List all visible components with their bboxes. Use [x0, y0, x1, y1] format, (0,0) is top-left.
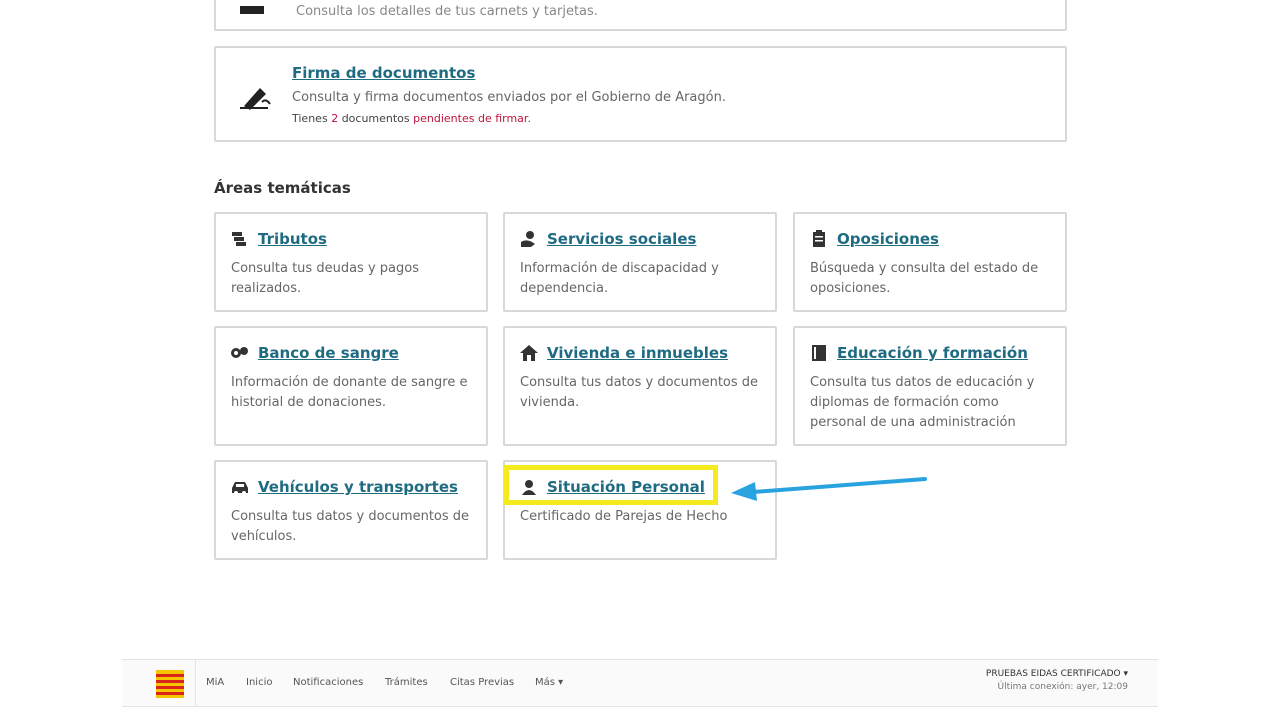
tile-desc: Información de donante de sangre e histo… — [231, 375, 468, 410]
footer-bar: MiA Inicio Notificaciones Trámites Citas… — [122, 659, 1158, 707]
car-icon — [232, 482, 248, 495]
tile-oposiciones[interactable]: Oposiciones Búsqueda y consulta del esta… — [793, 212, 1067, 312]
nav-mia[interactable]: MiA — [206, 677, 224, 688]
pending-docs-note: Tienes 2 documentos pendientes de firmar… — [292, 112, 531, 125]
carnets-card[interactable]: Consulta los detalles de tus carnets y t… — [214, 0, 1067, 31]
blood-drop-icon — [231, 347, 248, 358]
tile-desc: Certificado de Parejas de Hecho — [520, 509, 728, 524]
tile-desc: Consulta tus datos y documentos de vivie… — [520, 375, 759, 410]
note-middle: documentos — [341, 112, 410, 125]
tile-tributos[interactable]: Tributos Consulta tus deudas y pagos rea… — [214, 212, 488, 312]
coins-icon — [232, 232, 246, 246]
card-icon — [240, 6, 264, 14]
note-end: . — [527, 112, 531, 125]
nav-inicio[interactable]: Inicio — [246, 677, 272, 688]
note-prefix: Tienes — [292, 112, 328, 125]
tile-banco-sangre[interactable]: Banco de sangre Información de donante d… — [214, 326, 488, 446]
book-icon — [812, 345, 826, 361]
tile-title[interactable]: Tributos — [258, 230, 327, 248]
tile-desc: Búsqueda y consulta del estado de oposic… — [810, 261, 1039, 296]
tile-desc: Consulta tus deudas y pagos realizados. — [231, 261, 419, 296]
tile-servicios-sociales[interactable]: Servicios sociales Información de discap… — [503, 212, 777, 312]
nav-mas-dropdown[interactable]: Más ▾ — [535, 677, 563, 688]
tile-title[interactable]: Vivienda e inmuebles — [547, 344, 728, 362]
tile-educacion[interactable]: Educación y formación Consulta tus datos… — [793, 326, 1067, 446]
user-menu[interactable]: PRUEBAS EIDAS CERTIFICADO ▾ Última conex… — [986, 669, 1128, 692]
tile-vivienda[interactable]: Vivienda e inmuebles Consulta tus datos … — [503, 326, 777, 446]
firma-title-link[interactable]: Firma de documentos — [292, 64, 475, 82]
nav-notificaciones[interactable]: Notificaciones — [293, 677, 363, 688]
highlight-box — [504, 465, 718, 505]
last-connection: Última conexión: ayer, 12:09 — [997, 682, 1128, 692]
tile-title[interactable]: Oposiciones — [837, 230, 939, 248]
section-heading: Áreas temáticas — [214, 179, 351, 197]
carnets-desc: Consulta los detalles de tus carnets y t… — [296, 4, 598, 19]
nav-citas-previas[interactable]: Citas Previas — [450, 677, 514, 688]
tile-desc: Información de discapacidad y dependenci… — [520, 261, 719, 296]
pending-link[interactable]: pendientes de firmar — [413, 112, 527, 125]
tile-desc: Consulta tus datos de educación y diplom… — [810, 375, 1035, 430]
care-hand-icon — [521, 231, 535, 247]
tile-vehiculos[interactable]: Vehículos y transportes Consulta tus dat… — [214, 460, 488, 560]
pending-count: 2 — [331, 112, 339, 125]
footer-divider — [195, 660, 196, 706]
firma-card[interactable]: Firma de documentos Consulta y firma doc… — [214, 46, 1067, 142]
tile-title[interactable]: Educación y formación — [837, 344, 1028, 362]
tile-desc: Consulta tus datos y documentos de vehíc… — [231, 509, 470, 544]
house-icon — [520, 345, 538, 361]
pointer-arrow-icon — [731, 477, 927, 501]
clipboard-icon — [813, 230, 825, 247]
tile-title[interactable]: Banco de sangre — [258, 344, 399, 362]
tile-title[interactable]: Vehículos y transportes — [258, 478, 458, 496]
signature-icon — [240, 88, 271, 110]
user-name[interactable]: PRUEBAS EIDAS CERTIFICADO ▾ — [986, 669, 1128, 679]
firma-desc: Consulta y firma documentos enviados por… — [292, 90, 726, 105]
tile-title[interactable]: Servicios sociales — [547, 230, 696, 248]
nav-tramites[interactable]: Trámites — [385, 677, 428, 688]
aragon-flag-icon[interactable] — [156, 670, 184, 698]
